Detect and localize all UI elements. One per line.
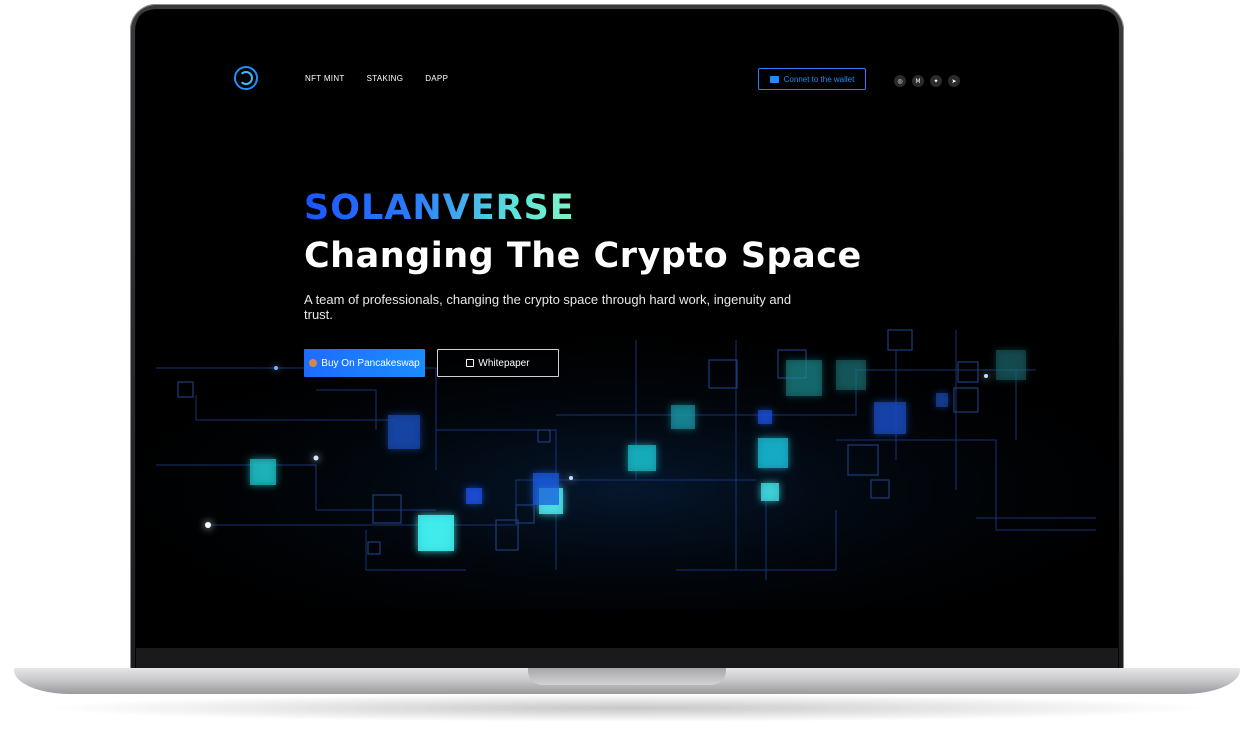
connect-wallet-label: Connet to the wallet bbox=[783, 74, 855, 84]
buy-button-label: Buy On Pancakeswap bbox=[321, 357, 420, 369]
screen-bottom-bar bbox=[136, 648, 1118, 668]
document-icon bbox=[466, 359, 475, 367]
buy-on-pancakeswap-button[interactable]: Buy On Pancakeswap bbox=[304, 349, 425, 377]
instagram-icon[interactable]: ◎ bbox=[894, 75, 906, 87]
nav-item-dapp[interactable]: DAPP bbox=[425, 74, 448, 83]
twitter-icon[interactable]: ✦ bbox=[930, 75, 942, 87]
whitepaper-button-label: Whitepaper bbox=[478, 357, 530, 369]
hero-headline: Changing The Crypto Space bbox=[304, 236, 862, 276]
social-links: ◎ M ✦ ➤ bbox=[894, 75, 960, 87]
medium-icon[interactable]: M bbox=[912, 75, 924, 87]
main-nav: NFT MINT STAKING DAPP bbox=[305, 74, 448, 83]
whitepaper-button[interactable]: Whitepaper bbox=[437, 349, 559, 377]
connect-wallet-button[interactable]: Connet to the wallet bbox=[758, 68, 866, 90]
nav-item-staking[interactable]: STAKING bbox=[367, 74, 404, 83]
brand-title: SOLANVERSE bbox=[304, 188, 575, 228]
hero-subtitle: A team of professionals, changing the cr… bbox=[304, 292, 792, 322]
nav-item-nft-mint[interactable]: NFT MINT bbox=[305, 74, 345, 83]
wallet-icon bbox=[769, 75, 779, 83]
laptop-notch bbox=[528, 668, 726, 685]
laptop-shadow bbox=[40, 694, 1214, 722]
pancakeswap-icon bbox=[309, 359, 318, 367]
telegram-icon[interactable]: ➤ bbox=[948, 75, 960, 87]
circuit-background bbox=[136, 310, 1118, 610]
solanverse-logo[interactable] bbox=[234, 66, 258, 90]
laptop-screen: NFT MINT STAKING DAPP Connet to the wall… bbox=[136, 10, 1118, 648]
